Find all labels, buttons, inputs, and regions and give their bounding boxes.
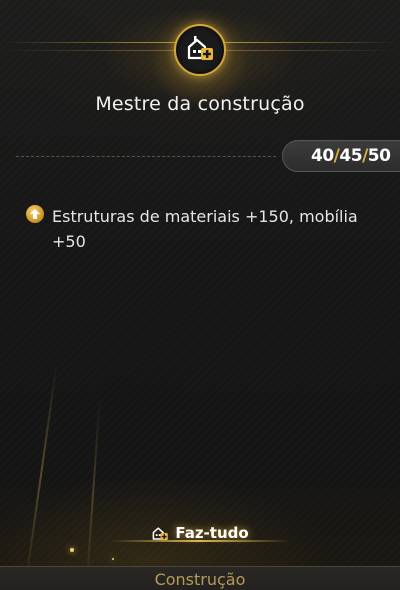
skill-emblem: [174, 24, 226, 76]
building-plus-icon: [185, 33, 215, 67]
level-current: 40: [311, 146, 334, 166]
level-max: 50: [367, 146, 391, 166]
light-streak: [24, 360, 58, 590]
sparkle: [70, 548, 74, 552]
tab-construction[interactable]: Construção: [0, 566, 400, 590]
bonus-text: Estruturas de materiais +150, mobília +5…: [52, 207, 358, 251]
sparkle: [112, 558, 114, 560]
level-badge: 40 / 45 / 50: [282, 140, 400, 172]
skill-panel: Mestre da construção 40 / 45 / 50 Estrut…: [0, 0, 400, 590]
building-plus-icon: [151, 524, 169, 542]
skill-title: Mestre da construção: [95, 93, 305, 115]
handyman-tag: Faz-tudo: [0, 524, 400, 542]
upgrade-arrow-icon: [26, 205, 44, 223]
bonus-item: Estruturas de materiais +150, mobília +5…: [26, 204, 376, 254]
light-streak: [85, 400, 101, 590]
dashed-divider: [16, 156, 276, 157]
handyman-label: Faz-tudo: [175, 524, 249, 542]
level-mid: 45: [339, 146, 363, 166]
